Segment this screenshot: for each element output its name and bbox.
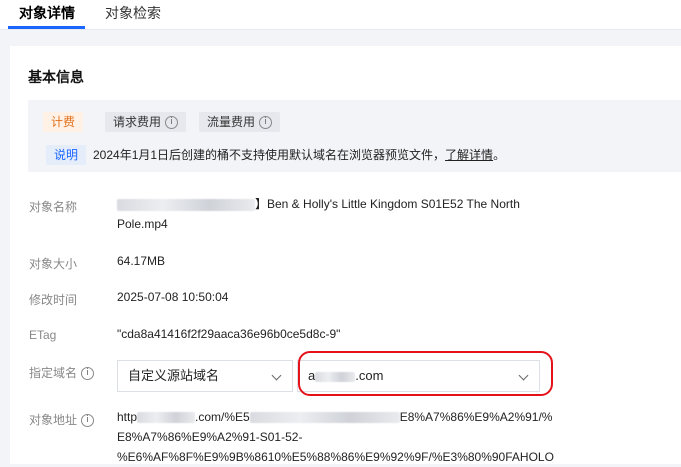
notice-body: 2024年1月1日后创建的桶不支持使用默认域名在浏览器预览文件， (93, 148, 446, 162)
url-part1: http (117, 410, 138, 424)
redacted-text (315, 371, 356, 382)
domain-type-select[interactable]: 自定义源站域名 (117, 360, 293, 392)
info-icon[interactable]: i (81, 367, 95, 381)
tab-bar: 对象详情 对象检索 (0, 0, 681, 30)
domain-value: a .com (308, 368, 383, 383)
basic-info-card: 基本信息 计费 请求费用 i 流量费用 i 说明 2024年1月1日后创建的桶不支持… (10, 46, 681, 464)
object-size-value: 64.17MB (117, 254, 166, 268)
section-title: 基本信息 (28, 69, 84, 85)
domain-select[interactable]: a .com (297, 360, 540, 392)
redacted-prefix: a (308, 368, 316, 383)
modified-time-value: 2025-07-08 10:50:04 (117, 290, 229, 304)
object-url-label-text: 对象地址 (29, 413, 78, 427)
modified-time-label: 修改时间 (29, 293, 78, 307)
object-url-value[interactable]: http .com/%E5 E8%A7%86%E9%A2%91/% E8%A7%86… (117, 407, 677, 467)
request-fee-tag[interactable]: 请求费用 i (105, 112, 187, 132)
notice-text: 2024年1月1日后创建的桶不支持使用默认域名在浏览器预览文件，了解详情。 (93, 146, 505, 164)
domain-label-text: 指定域名 (29, 366, 78, 380)
traffic-fee-label: 流量费用 (207, 115, 256, 129)
info-icon[interactable]: i (165, 116, 179, 130)
domain-suffix: .com (355, 368, 384, 383)
tab-object-detail[interactable]: 对象详情 (19, 5, 75, 21)
object-size-label: 对象大小 (29, 257, 78, 271)
info-box: 计费 请求费用 i 流量费用 i 说明 2024年1月1日后创建的桶不支持使用默认域… (28, 100, 681, 172)
object-name-value: 】Ben & Holly's Little Kingdom S01E52 The… (117, 194, 657, 234)
etag-label: ETag (29, 328, 57, 342)
object-name-label: 对象名称 (29, 200, 78, 214)
domain-label: 指定域名 i (29, 364, 95, 381)
url-part2: .com/%E5 (195, 410, 250, 424)
info-icon[interactable]: i (81, 414, 95, 428)
etag-value: "cda8a41416f2f29aaca36e96b0ce5d8c-9" (117, 327, 341, 341)
object-name-line2: Pole.mp4 (117, 217, 168, 231)
request-fee-label: 请求费用 (113, 115, 162, 129)
active-tab-indicator (8, 26, 85, 29)
url-part3: E8%A7%86%E9%A2%91/% (399, 410, 553, 424)
notice-end: 。 (493, 148, 506, 162)
tab-object-search[interactable]: 对象检索 (105, 5, 161, 21)
traffic-fee-tag[interactable]: 流量费用 i (199, 112, 281, 132)
url-line2: E8%A7%86%E9%A2%91-S01-52- (117, 430, 303, 444)
learn-more-link[interactable]: 了解详情 (445, 148, 493, 162)
object-name-line1: 】Ben & Holly's Little Kingdom S01E52 The… (255, 197, 520, 211)
chevron-down-icon (518, 370, 529, 381)
object-url-label: 对象地址 i (29, 411, 95, 428)
note-tag: 说明 (46, 145, 87, 165)
redacted-text (117, 198, 255, 211)
billing-tag: 计费 (43, 112, 84, 132)
info-icon[interactable]: i (259, 116, 273, 130)
redacted-text (249, 412, 400, 424)
redacted-text (137, 412, 196, 424)
domain-type-value: 自定义源站域名 (128, 368, 220, 383)
url-line3: %E6%AF%8F%E9%9B%8610%E5%88%86%E9%92%9F/%… (117, 450, 554, 464)
chevron-down-icon (271, 370, 282, 381)
